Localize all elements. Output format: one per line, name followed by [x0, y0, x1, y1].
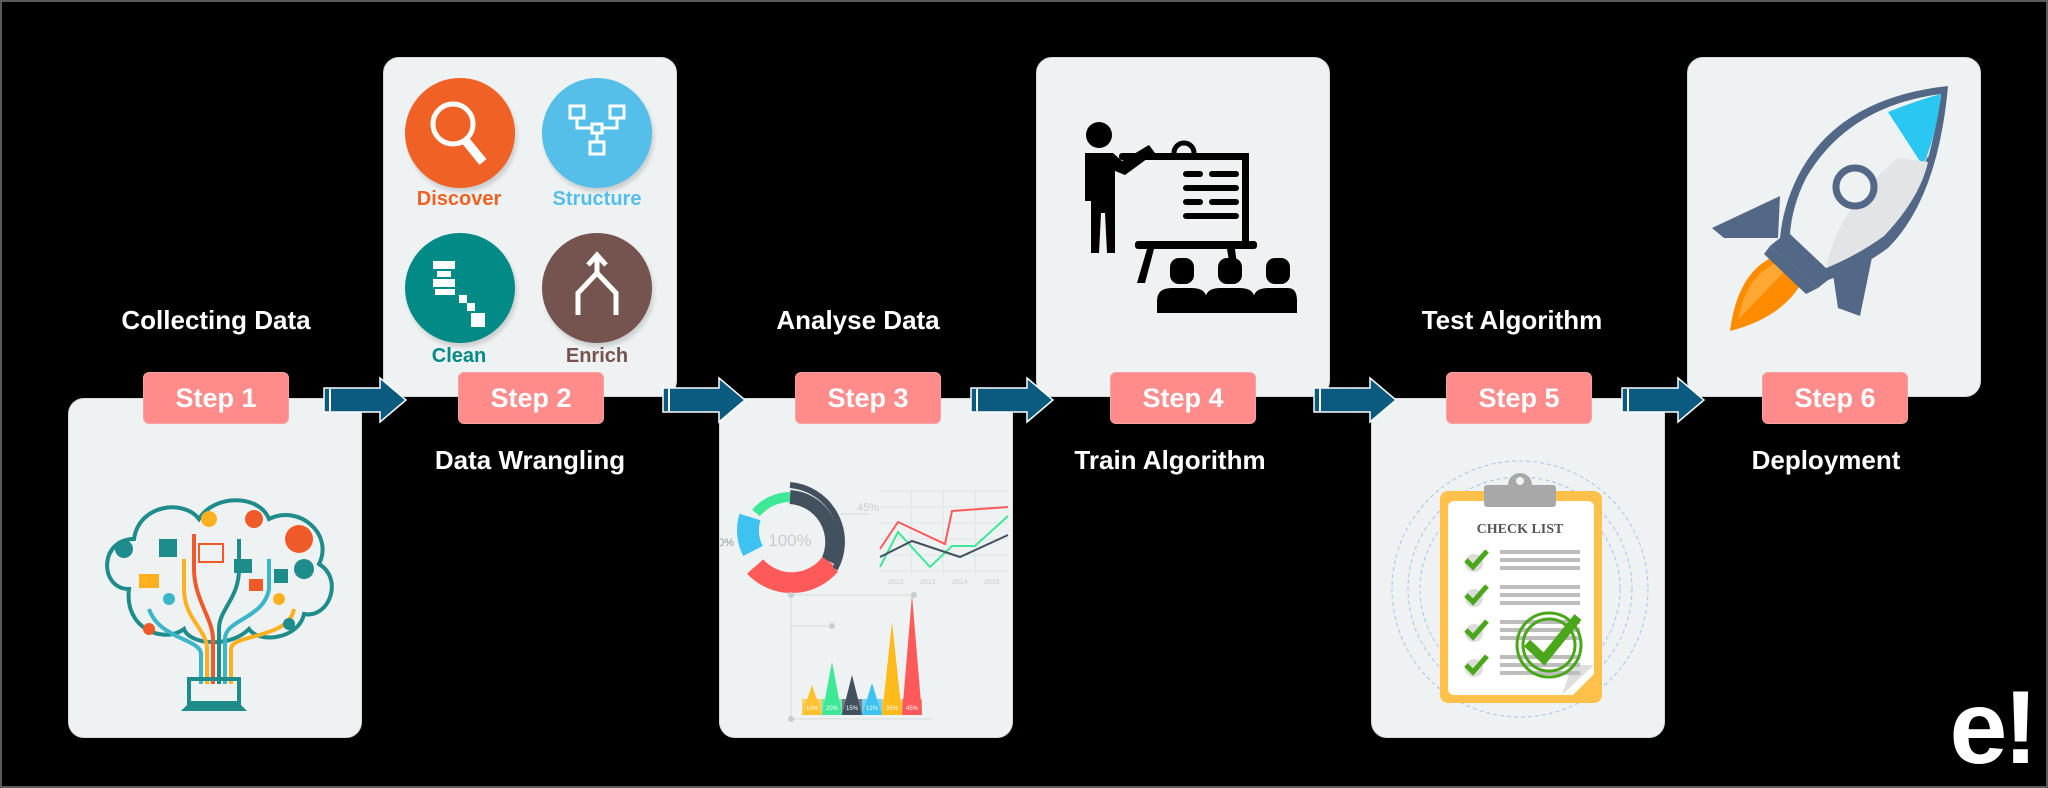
clean-circle: [405, 233, 515, 343]
step-6-card: [1687, 57, 1981, 397]
clean-label: Clean: [431, 345, 487, 367]
triangle-bar-label: 10%: [806, 706, 819, 712]
discover-circle: [405, 78, 515, 188]
discover-label: Discover: [416, 188, 502, 210]
presentation-icon: [1085, 122, 1297, 313]
triangle-bar-label: 12%: [866, 706, 879, 712]
checklist-line: [1500, 636, 1580, 640]
arrow-step1-to-step2: [323, 376, 408, 424]
triangle-bar-chart: 10% 20% 15% 12% 35% 45%: [788, 592, 932, 722]
line-year-2015: 2015: [984, 579, 1000, 586]
step-2-card: Discover Structure Clean Enrich: [383, 57, 677, 397]
step-3-card: 100% 45% 20% 2012 2013 2014 2015: [719, 398, 1013, 738]
step-1-card: [68, 398, 362, 738]
triangle-bar: [902, 595, 922, 715]
checklist-line: [1500, 585, 1580, 589]
checklist-line: [1500, 550, 1580, 554]
step-5-title: Test Algorithm: [1421, 305, 1603, 335]
checklist-line: [1500, 601, 1580, 605]
line-year-2014: 2014: [952, 579, 968, 586]
arrow-step2-to-step3: [662, 376, 747, 424]
rocket-icon: [1712, 86, 1948, 331]
step-6-title: Deployment: [1751, 445, 1901, 475]
step-5-card: CHECK LIST: [1371, 398, 1665, 738]
donut-right-label: 45%: [857, 502, 879, 514]
arrow-step3-to-step4: [970, 376, 1055, 424]
analytics-charts-icon: 100% 45% 20% 2012 2013 2014 2015: [720, 482, 1009, 722]
triangle-bar-label: 35%: [886, 706, 899, 712]
enrich-label: Enrich: [565, 345, 629, 367]
hierarchy-icon: [568, 104, 626, 156]
checklist-heading: CHECK LIST: [1477, 522, 1564, 537]
enrich-circle: [542, 233, 652, 343]
triangle-bar-label: 15%: [846, 706, 859, 712]
checklist-line: [1500, 593, 1580, 597]
donut-chart: 100% 45% 20%: [720, 482, 879, 594]
step-4-card: [1036, 57, 1330, 397]
triangle-bar-label: 20%: [826, 706, 839, 712]
step-5-badge: Step 5: [1446, 372, 1592, 424]
donut-left-label: 20%: [720, 537, 734, 549]
step-1-badge: Step 1: [143, 372, 289, 424]
structure-label: Structure: [552, 188, 642, 210]
merge-arrow-icon: [575, 251, 619, 315]
blocks-icon: [433, 261, 485, 327]
checklist-line: [1500, 558, 1580, 562]
arrow-step4-to-step5: [1313, 376, 1398, 424]
step-2-title: Data Wrangling: [434, 445, 626, 475]
step-4-badge: Step 4: [1110, 372, 1256, 424]
step-2-badge: Step 2: [458, 372, 604, 424]
line-year-2012: 2012: [888, 579, 904, 586]
magnifier-icon: [430, 101, 487, 165]
step-6-badge: Step 6: [1762, 372, 1908, 424]
triangle-bar-label: 45%: [906, 706, 919, 712]
step-1-title: Collecting Data: [121, 305, 311, 335]
donut-center-label: 100%: [768, 531, 811, 550]
line-year-2013: 2013: [920, 579, 936, 586]
step-3-badge: Step 3: [795, 372, 941, 424]
line-chart: 2012 2013 2014 2015: [879, 490, 1009, 586]
edureka-logo: e!: [1949, 670, 2039, 786]
data-tree-icon: [105, 498, 334, 711]
step-4-title: Train Algorithm: [1074, 445, 1266, 475]
arrow-step5-to-step6: [1621, 376, 1706, 424]
step-3-title: Analyse Data: [776, 305, 940, 335]
checklist-line: [1500, 566, 1580, 570]
structure-circle: [542, 78, 652, 188]
checklist-icon: CHECK LIST: [1391, 460, 1649, 718]
